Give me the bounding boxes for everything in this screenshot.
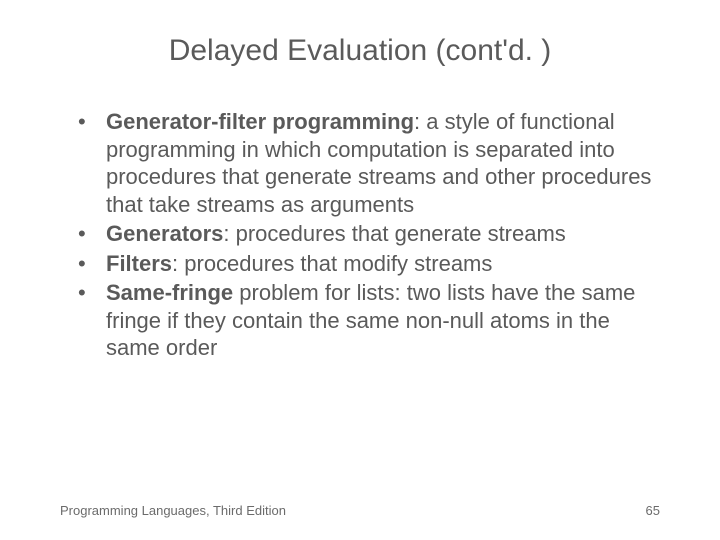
list-item: Filters: procedures that modify streams	[78, 250, 660, 278]
definition: : procedures that generate streams	[223, 221, 565, 246]
slide-title: Delayed Evaluation (cont'd. )	[60, 34, 660, 68]
page-number: 65	[646, 503, 660, 518]
term: Generators	[106, 221, 223, 246]
definition: : procedures that modify streams	[172, 251, 492, 276]
list-item: Same-fringe problem for lists: two lists…	[78, 279, 660, 362]
list-item: Generators: procedures that generate str…	[78, 220, 660, 248]
bullet-list: Generator-filter programming: a style of…	[78, 108, 660, 362]
term: Same-fringe	[106, 280, 233, 305]
slide-body: Generator-filter programming: a style of…	[60, 108, 660, 362]
slide: Delayed Evaluation (cont'd. ) Generator-…	[0, 0, 720, 540]
footer-source: Programming Languages, Third Edition	[60, 503, 286, 518]
term: Filters	[106, 251, 172, 276]
term: Generator-filter programming	[106, 109, 414, 134]
footer: Programming Languages, Third Edition 65	[60, 503, 660, 518]
list-item: Generator-filter programming: a style of…	[78, 108, 660, 218]
